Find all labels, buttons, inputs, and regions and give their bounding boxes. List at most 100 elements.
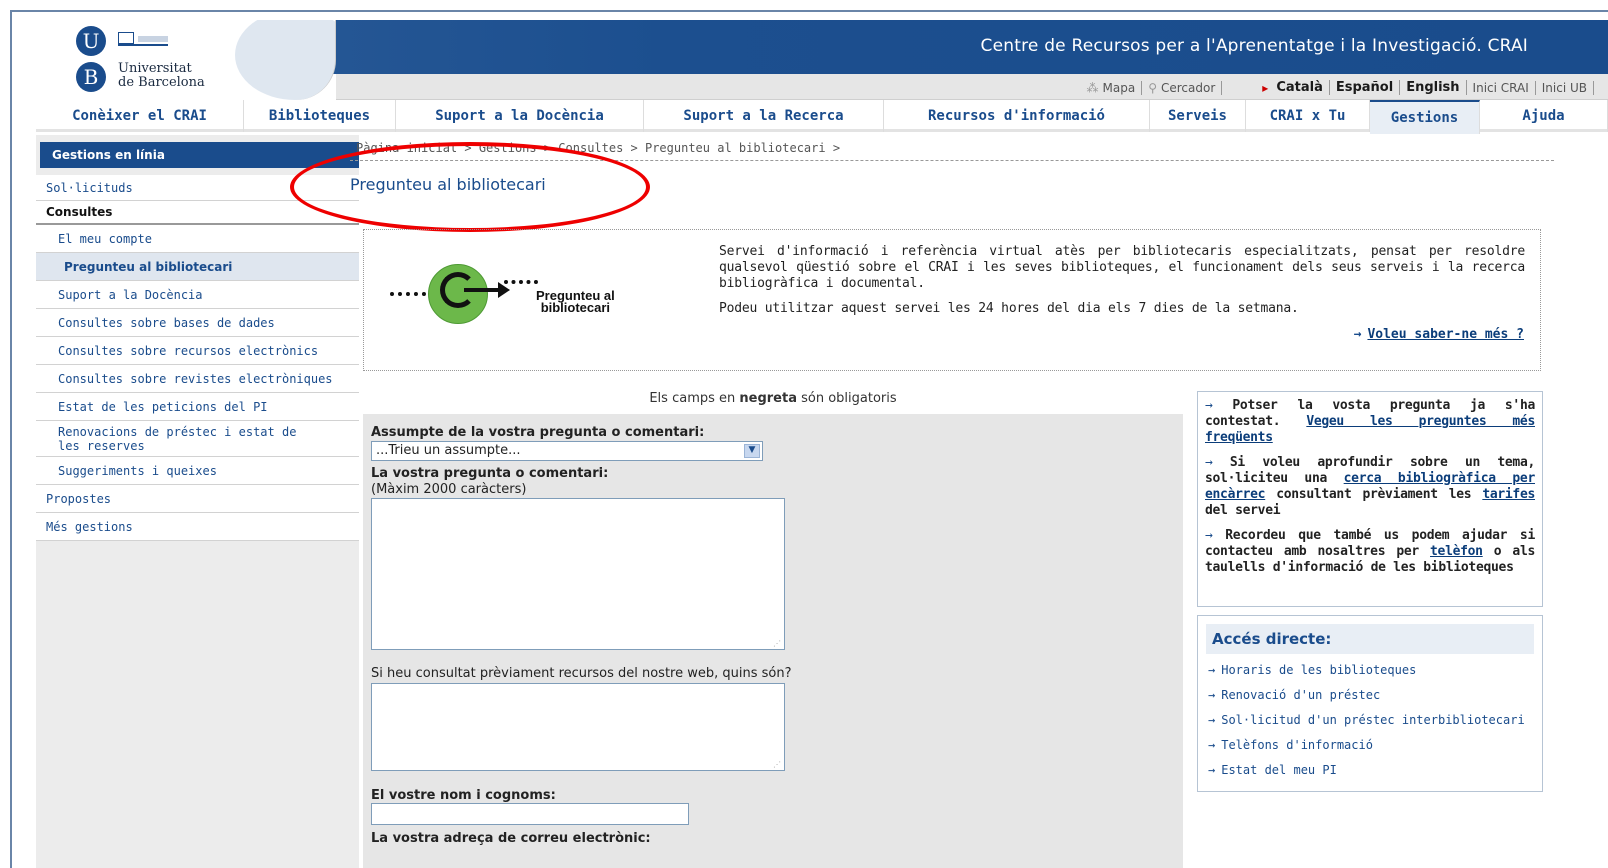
- sidebar: Gestions en línia Sol·licituds Consultes…: [36, 135, 359, 868]
- mapa-link[interactable]: ⁂ Mapa: [1081, 80, 1143, 95]
- highlight-ellipse: [290, 142, 650, 232]
- resize-grip-icon[interactable]: ⋰: [773, 761, 781, 769]
- help-paragraph-1: → Potser la vosta pregunta ja s'ha conte…: [1205, 398, 1535, 446]
- lang-espanol[interactable]: Español: [1330, 80, 1401, 95]
- question-form: Assumpte de la vostra pregunta o comenta…: [363, 414, 1183, 868]
- subject-label: Assumpte de la vostra pregunta o comenta…: [371, 425, 705, 440]
- sidebar-item-renovacions[interactable]: Renovacions de préstec i estat de les re…: [36, 421, 359, 457]
- info-paragraph-2: Podeu utilitzar aquest servei les 24 hor…: [719, 301, 1299, 316]
- inici-ub-link[interactable]: Inici UB: [1536, 80, 1594, 95]
- acces-item-label: Renovació d'un préstec: [1221, 688, 1381, 702]
- question-label: La vostra pregunta o comentari:: [371, 466, 609, 481]
- arrow-right-icon: →: [1205, 528, 1213, 543]
- arrow-right-icon: →: [1205, 398, 1213, 413]
- sidebar-item-meu-compte[interactable]: El meu compte: [36, 225, 359, 253]
- acces-item-label: Sol·licitud d'un préstec interbiblioteca…: [1221, 713, 1525, 727]
- sidebar-item-mes-gestions[interactable]: Més gestions: [36, 513, 359, 541]
- acces-item-pi-request[interactable]: → Sol·licitud d'un préstec interbibliotec…: [1208, 712, 1525, 737]
- help-paragraph-2: → Si voleu aprofundir sobre un tema, sol…: [1205, 455, 1535, 519]
- arrow-right-icon: →: [1208, 713, 1216, 727]
- nav-recursos[interactable]: Recursos d'informació: [884, 100, 1150, 132]
- required-note-post: són obligatoris: [796, 391, 897, 406]
- nav-biblioteques[interactable]: Biblioteques: [244, 100, 396, 132]
- sidebar-item-bases-dades[interactable]: Consultes sobre bases de dades: [36, 309, 359, 337]
- help-box: → Potser la vosta pregunta ja s'ha conte…: [1197, 391, 1543, 607]
- arrow-right-icon: →: [1353, 327, 1362, 342]
- arrow-head-icon: [498, 282, 510, 298]
- help-p3-text: Recordeu que també us podem ajudar si co…: [1205, 528, 1535, 559]
- sidebar-item-propostes[interactable]: Propostes: [36, 485, 359, 513]
- search-icon: ⚲: [1148, 80, 1157, 95]
- lang-english[interactable]: English: [1400, 80, 1467, 95]
- dots-left: [390, 292, 426, 296]
- info-text: Servei d'informació i referència virtual…: [719, 244, 1525, 326]
- chevron-down-icon[interactable]: ▼: [744, 444, 760, 458]
- more-info-anchor[interactable]: Voleu saber-ne més ?: [1367, 327, 1524, 342]
- arrow-right-icon: →: [1205, 455, 1213, 470]
- email-label: La vostra adreça de correu electrònic:: [371, 831, 651, 846]
- more-info-link[interactable]: → Voleu saber-ne més ?: [1354, 327, 1524, 342]
- question-hint: (Màxim 2000 caràcters): [371, 482, 527, 497]
- sidebar-item-revistes-electroniques[interactable]: Consultes sobre revistes electròniques: [36, 365, 359, 393]
- acces-item-horaris[interactable]: → Horaris de les biblioteques: [1208, 662, 1525, 687]
- acces-directe-title: Accés directe:: [1206, 624, 1534, 654]
- resize-grip-icon[interactable]: ⋰: [773, 640, 781, 648]
- nav-docencia[interactable]: Suport a la Docència: [396, 100, 644, 132]
- resources-textarea[interactable]: ⋰: [371, 683, 785, 771]
- promo-line2: bibliotecari: [540, 300, 611, 315]
- nav-serveis[interactable]: Serveis: [1150, 100, 1246, 132]
- site-title: Centre de Recursos per a l'Aprenentatge …: [980, 36, 1528, 56]
- arrow-right-icon: ▸: [1262, 80, 1269, 95]
- logo-line1: Universitat: [118, 61, 192, 76]
- resources-label: Si heu consultat prèviament recursos del…: [371, 666, 792, 681]
- acces-item-estat-pi[interactable]: → Estat del meu PI: [1208, 762, 1525, 787]
- logo-b-icon: B: [76, 62, 106, 92]
- main-nav: Conèixer el CRAI Biblioteques Suport a l…: [36, 100, 1608, 134]
- subject-select-value: ...Trieu un assumpte...: [376, 443, 521, 458]
- sidebar-item-recursos-electronics[interactable]: Consultes sobre recursos electrònics: [36, 337, 359, 365]
- logo-line2: de Barcelona: [118, 75, 205, 90]
- lang-catala[interactable]: Català: [1270, 80, 1330, 95]
- acces-directe-box: Accés directe: → Horaris de les biblioteq…: [1197, 615, 1543, 792]
- info-paragraph-1: Servei d'informació i referència virtual…: [719, 244, 1525, 291]
- sidebar-item-suggeriments[interactable]: Suggeriments i queixes: [36, 457, 359, 485]
- required-note-pre: Els camps en: [649, 391, 740, 406]
- subject-select[interactable]: ...Trieu un assumpte... ▼: [371, 441, 763, 461]
- sidebar-item-pregunteu[interactable]: Pregunteu al bibliotecari: [36, 253, 359, 281]
- tarifes-link[interactable]: tarifes: [1482, 487, 1535, 502]
- cercador-link[interactable]: ⚲ Cercador: [1142, 80, 1223, 95]
- emblem-icon: [118, 32, 168, 46]
- university-logo[interactable]: U B Universitat de Barcelona: [36, 20, 336, 100]
- logo-text: Universitat de Barcelona: [118, 62, 205, 90]
- logo-u-icon: U: [76, 26, 106, 56]
- sidebar-list: Sol·licituds Consultes El meu compte Pre…: [36, 175, 359, 541]
- acces-directe-list: → Horaris de les biblioteques → Renovació …: [1208, 662, 1525, 787]
- sidebar-item-suport-docencia[interactable]: Suport a la Docència: [36, 281, 359, 309]
- pregunteu-logo: Pregunteu al bibliotecari: [386, 258, 646, 328]
- inici-crai-link[interactable]: Inici CRAI: [1467, 80, 1536, 95]
- required-note-bold: negreta: [739, 391, 797, 406]
- arrow-right-icon: →: [1208, 663, 1216, 677]
- name-input[interactable]: [371, 803, 689, 825]
- nav-coneixer[interactable]: Conèixer el CRAI: [36, 100, 244, 132]
- name-label: El vostre nom i cognoms:: [371, 788, 556, 803]
- service-info-box: Pregunteu al bibliotecari Servei d'infor…: [363, 229, 1541, 371]
- nav-crai-x-tu[interactable]: CRAI x Tu: [1246, 100, 1370, 132]
- acces-item-label: Horaris de les biblioteques: [1221, 663, 1417, 677]
- acces-item-renovacio[interactable]: → Renovació d'un préstec: [1208, 687, 1525, 712]
- promo-text: Pregunteu al bibliotecari: [536, 289, 615, 315]
- help-p2-mid: consultant prèviament les: [1276, 487, 1472, 502]
- question-textarea[interactable]: ⋰: [371, 498, 785, 650]
- telefon-link[interactable]: telèfon: [1430, 544, 1483, 559]
- help-paragraph-3: → Recordeu que també us podem ajudar si …: [1205, 528, 1535, 576]
- nav-gestions[interactable]: Gestions: [1370, 100, 1480, 134]
- logo-curve: [235, 20, 335, 100]
- required-note: Els camps en negreta són obligatoris: [363, 391, 1183, 406]
- acces-item-telefons[interactable]: → Telèfons d'informació: [1208, 737, 1525, 762]
- sidebar-item-peticions-pi[interactable]: Estat de les peticions del PI: [36, 393, 359, 421]
- help-p2-post: del servei: [1205, 503, 1281, 518]
- arrow-right-icon: →: [1208, 688, 1216, 702]
- nav-recerca[interactable]: Suport a la Recerca: [644, 100, 884, 132]
- acces-item-label: Telèfons d'informació: [1221, 738, 1373, 752]
- nav-ajuda[interactable]: Ajuda: [1480, 100, 1608, 132]
